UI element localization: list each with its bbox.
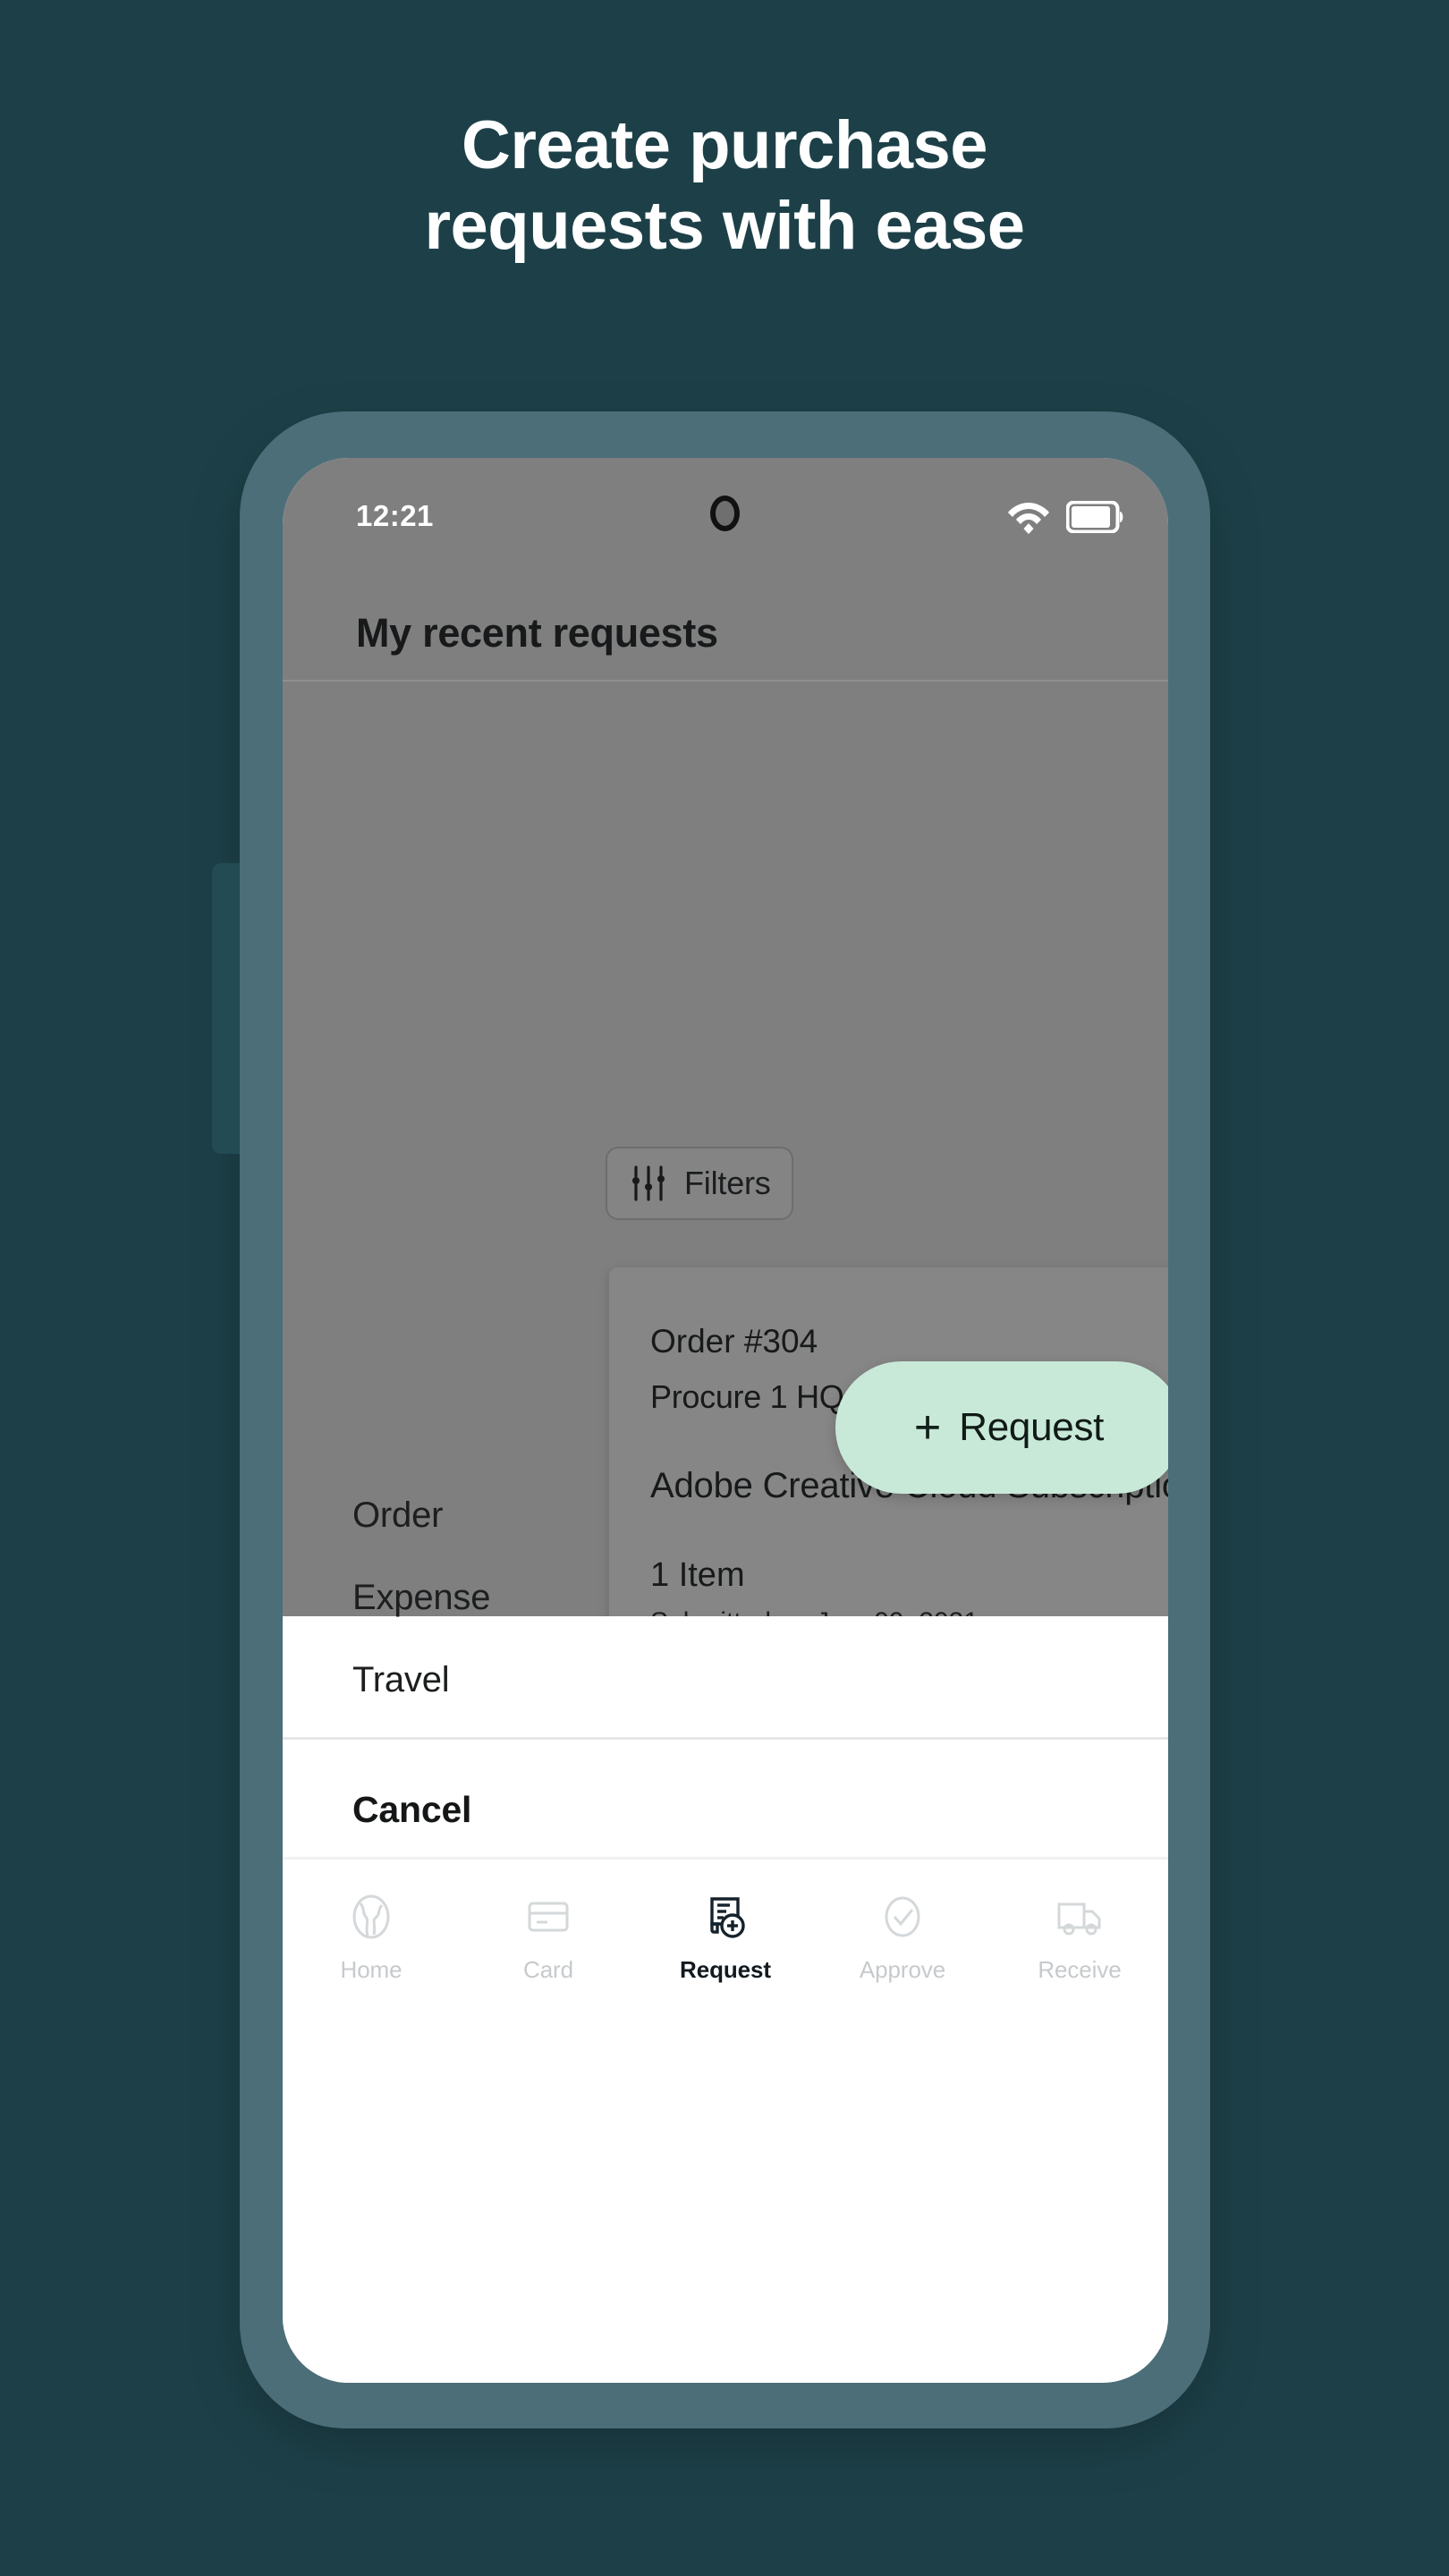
- sliders-icon: [632, 1165, 665, 1201]
- filters-button-label: Filters: [684, 1165, 771, 1201]
- header-divider: [283, 680, 1168, 682]
- nav-item-approve[interactable]: Approve: [814, 1860, 991, 2383]
- nav-label-approve: Approve: [859, 1956, 946, 1983]
- page-title: My recent requests: [356, 610, 718, 656]
- battery-icon: [1066, 501, 1123, 533]
- check-circle-icon: [885, 1896, 920, 1937]
- order-card-top-row: Order #304 Pending: [650, 1323, 1168, 1360]
- nav-label-card: Card: [523, 1956, 573, 1983]
- nav-item-request[interactable]: Request: [637, 1860, 814, 2383]
- nav-item-card[interactable]: Card: [460, 1860, 637, 2383]
- request-fab-button[interactable]: + Request: [835, 1361, 1168, 1494]
- bottom-nav: Home Card Request Approve Receive: [283, 1860, 1168, 2383]
- action-sheet-item-order[interactable]: Order: [352, 1496, 443, 1536]
- nav-label-receive: Receive: [1038, 1956, 1122, 1983]
- nav-item-receive[interactable]: Receive: [991, 1860, 1168, 2383]
- nav-label-request: Request: [680, 1956, 771, 1983]
- action-sheet-item-travel[interactable]: Travel: [352, 1660, 450, 1700]
- camera-punch-hole-icon: [710, 496, 740, 531]
- truck-icon: [1057, 1902, 1101, 1936]
- phone-screen: 12:21 My recent requests Filters Order #…: [283, 458, 1168, 2383]
- document-add-icon: [710, 1897, 745, 1938]
- globe-icon: [352, 1894, 390, 1939]
- phone-side-button: [212, 863, 242, 1154]
- status-bar-time: 12:21: [356, 499, 434, 532]
- action-sheet-divider: [283, 1737, 1168, 1740]
- filters-button[interactable]: Filters: [606, 1147, 793, 1220]
- action-sheet-item-expense[interactable]: Expense: [352, 1578, 490, 1618]
- order-item-count: 1 Item: [650, 1556, 745, 1594]
- marketing-headline: Create purchase requests with ease: [424, 107, 1025, 264]
- plus-icon: +: [913, 1402, 942, 1453]
- status-bar: 12:21: [283, 458, 1168, 564]
- credit-card-icon: [528, 1902, 569, 1932]
- request-fab-label: Request: [959, 1405, 1105, 1449]
- wifi-icon: [1008, 503, 1049, 534]
- order-id: Order #304: [650, 1323, 818, 1360]
- nav-label-home: Home: [340, 1956, 402, 1983]
- action-sheet-cancel-button[interactable]: Cancel: [352, 1789, 471, 1831]
- order-card-total-row: 1 Item 839.88 USD: [650, 1552, 1168, 1596]
- nav-item-home[interactable]: Home: [283, 1860, 460, 2383]
